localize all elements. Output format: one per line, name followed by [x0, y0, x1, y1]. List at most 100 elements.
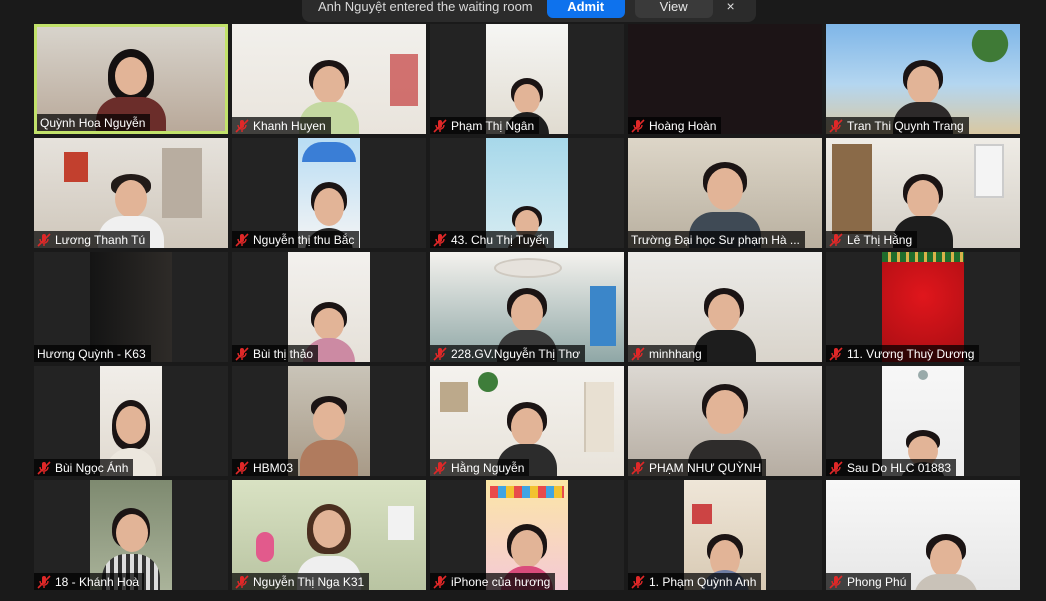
participant-name: Phong Phú [847, 574, 907, 589]
participant-tile[interactable]: 228.GV.Nguyễn Thị Thơ [430, 252, 624, 362]
participant-name: 18 - Khánh Hoà [55, 574, 140, 589]
mic-muted-icon [433, 346, 447, 361]
participant-tile[interactable]: Hằng Nguyễn [430, 366, 624, 476]
participant-name-label: Khanh Huyen [232, 117, 331, 134]
participant-name: Tran Thi Quynh Trang [847, 118, 964, 133]
participant-tile[interactable]: 11. Vương Thuỳ Dương [826, 252, 1020, 362]
participant-name-label: Phạm Thị Ngân [430, 117, 540, 134]
mic-muted-icon [37, 574, 51, 589]
participant-tile[interactable]: Khanh Huyen [232, 24, 426, 134]
participant-tile[interactable]: Lương Thanh Tú [34, 138, 228, 248]
participant-name-label: HBM03 [232, 459, 299, 476]
participant-name-label: 43. Chu Thị Tuyến [430, 231, 554, 248]
participant-tile[interactable]: Phạm Thị Ngân [430, 24, 624, 134]
mic-muted-icon [829, 118, 843, 133]
participant-name: Sau Do HLC 01883 [847, 460, 952, 475]
participant-name-label: Bùi thị thảo [232, 345, 319, 362]
mic-muted-icon [631, 118, 645, 133]
participant-name: Nguyễn Thị Nga K31 [253, 574, 365, 589]
mic-muted-icon [433, 460, 447, 475]
mic-muted-icon [235, 460, 249, 475]
participant-name: Bùi Ngọc Ánh [55, 460, 129, 475]
participant-name: Hương Quỳnh - K63 [37, 346, 146, 361]
participant-tile[interactable]: Tran Thi Quynh Trang [826, 24, 1020, 134]
participant-tile[interactable]: Sau Do HLC 01883 [826, 366, 1020, 476]
participant-name-label: Sau Do HLC 01883 [826, 459, 957, 476]
participant-name: Lê Thị Hằng [847, 232, 913, 247]
mic-muted-icon [631, 460, 645, 475]
participant-tile[interactable]: Hương Quỳnh - K63 [34, 252, 228, 362]
waiting-room-notification: Anh Nguyệt entered the waiting room Admi… [302, 0, 756, 22]
participant-tile[interactable]: Phong Phú [826, 480, 1020, 590]
participant-name: Trường Đại học Sư phạm Hà ... [631, 232, 800, 247]
participant-name-label: 228.GV.Nguyễn Thị Thơ [430, 345, 586, 362]
participant-tile[interactable]: PHẠM NHƯ QUỲNH [628, 366, 822, 476]
participant-name-label: Hoàng Hoàn [628, 117, 722, 134]
waiting-room-message: Anh Nguyệt entered the waiting room [318, 0, 533, 14]
mic-muted-icon [235, 118, 249, 133]
participant-tile[interactable]: 43. Chu Thị Tuyến [430, 138, 624, 248]
participant-name: 228.GV.Nguyễn Thị Thơ [451, 346, 581, 361]
participant-name-label: Quỳnh Hoa Nguyễn [37, 114, 151, 131]
participant-tile[interactable]: minhhang [628, 252, 822, 362]
participant-name: Phạm Thị Ngân [451, 118, 535, 133]
participant-name-label: 18 - Khánh Hoà [34, 573, 145, 590]
participant-tile[interactable]: Nguyễn thị thu Bắc [232, 138, 426, 248]
participant-name-label: 1. Phạm Quỳnh Anh [628, 573, 762, 590]
participant-name: iPhone của hương [451, 574, 551, 589]
mic-muted-icon [829, 574, 843, 589]
participant-name-label: Bùi Ngọc Ánh [34, 459, 134, 476]
participant-name: Hằng Nguyễn [451, 460, 525, 475]
participant-name: Hoàng Hoàn [649, 118, 717, 133]
mic-muted-icon [829, 460, 843, 475]
participant-name-label: Nguyễn Thị Nga K31 [232, 573, 370, 590]
gallery-view: Quỳnh Hoa Nguyễn Khanh Huyen Phạm Thị Ng… [34, 24, 1020, 590]
participant-tile[interactable]: Hoàng Hoàn [628, 24, 822, 134]
participant-tile[interactable]: 1. Phạm Quỳnh Anh [628, 480, 822, 590]
participant-name: Bùi thị thảo [253, 346, 314, 361]
participant-name: minhhang [649, 346, 702, 361]
participant-name: Khanh Huyen [253, 118, 326, 133]
mic-muted-icon [829, 346, 843, 361]
participant-name-label: minhhang [628, 345, 707, 362]
video-feed [288, 366, 370, 476]
participant-name-label: PHẠM NHƯ QUỲNH [628, 459, 767, 476]
admit-button[interactable]: Admit [546, 0, 625, 18]
participant-name-label: iPhone của hương [430, 573, 556, 590]
participant-name-label: Lương Thanh Tú [34, 231, 151, 248]
mic-muted-icon [235, 346, 249, 361]
participant-name-label: Hương Quỳnh - K63 [34, 345, 151, 362]
participant-tile[interactable]: Quỳnh Hoa Nguyễn [34, 24, 228, 134]
mic-muted-icon [631, 574, 645, 589]
participant-name-label: 11. Vương Thuỳ Dương [826, 345, 980, 362]
participant-tile[interactable]: HBM03 [232, 366, 426, 476]
participant-tile[interactable]: 18 - Khánh Hoà [34, 480, 228, 590]
participant-tile[interactable]: Bùi thị thảo [232, 252, 426, 362]
mic-muted-icon [433, 232, 447, 247]
participant-name-label: Nguyễn thị thu Bắc [232, 231, 360, 248]
mic-muted-icon [235, 574, 249, 589]
view-button[interactable]: View [634, 0, 713, 18]
participant-name-label: Tran Thi Quynh Trang [826, 117, 969, 134]
close-icon[interactable]: × [723, 0, 739, 14]
participant-name: Lương Thanh Tú [55, 232, 146, 247]
mic-muted-icon [37, 460, 51, 475]
mic-muted-icon [433, 574, 447, 589]
participant-tile[interactable]: Bùi Ngọc Ánh [34, 366, 228, 476]
mic-muted-icon [37, 232, 51, 247]
participant-name-label: Lê Thị Hằng [826, 231, 918, 248]
participant-tile[interactable]: Nguyễn Thị Nga K31 [232, 480, 426, 590]
mic-muted-icon [235, 232, 249, 247]
participant-name-label: Phong Phú [826, 573, 912, 590]
participant-name-label: Trường Đại học Sư phạm Hà ... [628, 231, 805, 248]
mic-muted-icon [631, 346, 645, 361]
participant-name: PHẠM NHƯ QUỲNH [649, 460, 762, 475]
participant-name: 43. Chu Thị Tuyến [451, 232, 549, 247]
participant-name: Quỳnh Hoa Nguyễn [40, 115, 146, 130]
participant-name: Nguyễn thị thu Bắc [253, 232, 355, 247]
participant-tile[interactable]: Trường Đại học Sư phạm Hà ... [628, 138, 822, 248]
participant-name: 11. Vương Thuỳ Dương [847, 346, 975, 361]
participant-tile[interactable]: iPhone của hương [430, 480, 624, 590]
participant-tile[interactable]: Lê Thị Hằng [826, 138, 1020, 248]
mic-muted-icon [433, 118, 447, 133]
